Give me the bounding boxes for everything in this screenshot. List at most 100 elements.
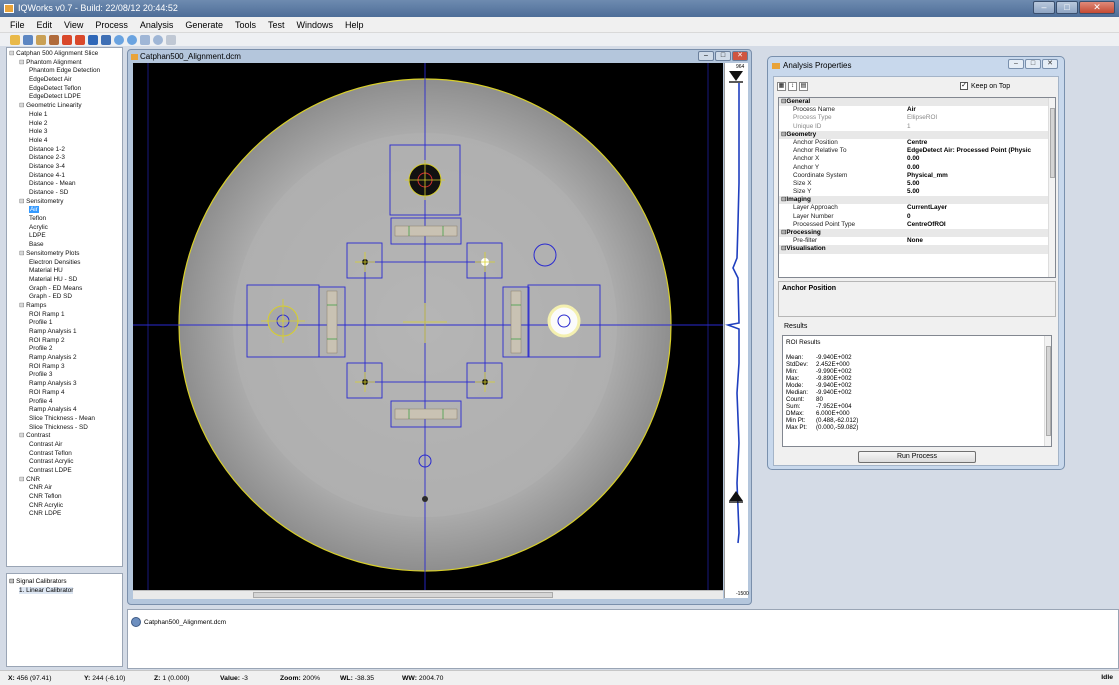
property-value[interactable]: Physical_mm bbox=[907, 172, 1055, 180]
tree-item[interactable]: CNR Teflon bbox=[9, 493, 122, 502]
categorized-icon[interactable]: ▦ bbox=[777, 82, 786, 91]
tree-item[interactable]: Hole 2 bbox=[9, 120, 122, 129]
export-icon[interactable] bbox=[49, 34, 59, 45]
property-row[interactable]: Pre-filter None bbox=[779, 237, 1055, 245]
open-folder-icon[interactable] bbox=[10, 34, 20, 45]
menu-tools[interactable]: Tools bbox=[229, 20, 262, 30]
property-value[interactable]: 5.00 bbox=[907, 180, 1055, 188]
property-value[interactable]: 5.00 bbox=[907, 188, 1055, 196]
menu-windows[interactable]: Windows bbox=[290, 20, 339, 30]
image-canvas[interactable] bbox=[133, 63, 723, 590]
menu-edit[interactable]: Edit bbox=[31, 20, 59, 30]
tree-item[interactable]: Contrast Air bbox=[9, 441, 122, 450]
maximize-button[interactable]: □ bbox=[1056, 1, 1078, 14]
point-icon[interactable] bbox=[127, 34, 137, 45]
property-value[interactable]: None bbox=[907, 237, 1055, 245]
property-value[interactable]: EdgeDetect Air: Processed Point (Physic bbox=[907, 147, 1055, 155]
tree-item[interactable]: Graph - ED SD bbox=[9, 293, 122, 302]
tree-item[interactable]: Profile 1 bbox=[9, 319, 122, 328]
tree-item[interactable]: Teflon bbox=[9, 215, 122, 224]
tree-item[interactable]: Ramps bbox=[9, 302, 122, 311]
process-tree[interactable]: Catphan 500 Alignment SlicePhantom Align… bbox=[6, 47, 123, 567]
tree-item[interactable]: CNR Acrylic bbox=[9, 502, 122, 511]
property-row[interactable]: Anchor Relative To EdgeDetect Air: Proces… bbox=[779, 147, 1055, 155]
property-value[interactable]: CurrentLayer bbox=[907, 204, 1055, 212]
rectangle-roi-icon[interactable] bbox=[140, 34, 150, 45]
property-row[interactable]: Size X 5.00 bbox=[779, 180, 1055, 188]
property-row[interactable]: Size Y 5.00 bbox=[779, 188, 1055, 196]
zoom-in-icon[interactable] bbox=[62, 34, 72, 45]
property-value[interactable]: 0.00 bbox=[907, 155, 1055, 163]
image-minimize-button[interactable]: – bbox=[698, 51, 714, 61]
tree-item[interactable]: Air bbox=[9, 206, 122, 215]
tree-item[interactable]: Hole 1 bbox=[9, 111, 122, 120]
window-level-icon[interactable] bbox=[88, 34, 98, 45]
circle-icon[interactable] bbox=[153, 34, 163, 45]
tree-item[interactable]: Ramp Analysis 4 bbox=[9, 406, 122, 415]
open-series-icon[interactable] bbox=[36, 34, 46, 45]
results-textbox[interactable]: ROI Results Mean: -9.940E+002 StdDev: 2.452… bbox=[782, 335, 1052, 447]
tree-item[interactable]: Contrast Teflon bbox=[9, 450, 122, 459]
property-value[interactable]: CentreOfROI bbox=[907, 221, 1055, 229]
tree-item[interactable]: Ramp Analysis 3 bbox=[9, 380, 122, 389]
property-category[interactable]: Imaging bbox=[779, 196, 1055, 205]
image-maximize-button[interactable]: □ bbox=[715, 51, 731, 61]
file-name[interactable]: Catphan500_Alignment.dcm bbox=[144, 619, 226, 626]
tree-item[interactable]: Profile 3 bbox=[9, 371, 122, 380]
run-process-button[interactable]: Run Process bbox=[858, 451, 976, 463]
property-value[interactable]: EllipseROI bbox=[907, 114, 1055, 122]
tree-item[interactable]: Hole 4 bbox=[9, 137, 122, 146]
tree-item[interactable]: EdgeDetect LDPE bbox=[9, 93, 122, 102]
close-button[interactable]: ✕ bbox=[1079, 1, 1115, 14]
tree-item[interactable]: Ramp Analysis 1 bbox=[9, 328, 122, 337]
tree-item[interactable]: Distance 4-1 bbox=[9, 172, 122, 181]
image-close-button[interactable]: ✕ bbox=[732, 51, 748, 61]
tree-item[interactable]: Slice Thickness - Mean bbox=[9, 415, 122, 424]
tree-item[interactable]: Contrast Acrylic bbox=[9, 458, 122, 467]
property-category[interactable]: Processing bbox=[779, 229, 1055, 238]
property-row[interactable]: Process Name Air bbox=[779, 106, 1055, 114]
tree-item[interactable]: CNR LDPE bbox=[9, 510, 122, 519]
tree-item[interactable]: Acrylic bbox=[9, 224, 122, 233]
tree-item[interactable]: Sensitometry Plots bbox=[9, 250, 122, 259]
tree-item[interactable]: EdgeDetect Teflon bbox=[9, 85, 122, 94]
tree-item[interactable]: Base bbox=[9, 241, 122, 250]
tree-item[interactable]: Hole 3 bbox=[9, 128, 122, 137]
property-value[interactable]: 1 bbox=[907, 123, 1055, 131]
calibrators-root[interactable]: ⊟ Signal Calibrators bbox=[9, 577, 122, 586]
ellipse-roi-icon[interactable] bbox=[114, 34, 124, 45]
property-value[interactable]: 0 bbox=[907, 213, 1055, 221]
property-row[interactable]: Coordinate System Physical_mm bbox=[779, 172, 1055, 180]
keep-on-top-checkbox[interactable]: ✓ Keep on Top bbox=[960, 82, 1010, 90]
tree-item[interactable]: Material HU - SD bbox=[9, 276, 122, 285]
tree-item[interactable]: Phantom Alignment bbox=[9, 59, 122, 68]
property-row[interactable]: Anchor X 0.00 bbox=[779, 155, 1055, 163]
tree-item[interactable]: Distance 2-3 bbox=[9, 154, 122, 163]
tree-item[interactable]: CNR bbox=[9, 476, 122, 485]
tree-item[interactable]: Distance - Mean bbox=[9, 180, 122, 189]
property-grid[interactable]: GeneralProcess Name Air Process Type Ellips… bbox=[778, 97, 1056, 278]
property-value[interactable]: Centre bbox=[907, 139, 1055, 147]
property-pages-icon[interactable]: ▤ bbox=[799, 82, 808, 91]
menu-analysis[interactable]: Analysis bbox=[134, 20, 180, 30]
calibrator-item[interactable]: 1. Linear Calibrator bbox=[9, 586, 122, 595]
analysis-close-button[interactable]: ✕ bbox=[1042, 59, 1058, 69]
tree-item[interactable]: Geometric Linearity bbox=[9, 102, 122, 111]
layers-icon[interactable] bbox=[101, 34, 111, 45]
property-value[interactable]: 0.00 bbox=[907, 164, 1055, 172]
tree-item[interactable]: Graph - ED Means bbox=[9, 285, 122, 294]
tree-item[interactable]: Distance - SD bbox=[9, 189, 122, 198]
property-row[interactable]: Unique ID 1 bbox=[779, 123, 1055, 131]
property-row[interactable]: Layer Approach CurrentLayer bbox=[779, 204, 1055, 212]
tree-item[interactable]: Slice Thickness - SD bbox=[9, 424, 122, 433]
menu-help[interactable]: Help bbox=[339, 20, 370, 30]
tree-item[interactable]: LDPE bbox=[9, 232, 122, 241]
tree-item[interactable]: Profile 2 bbox=[9, 345, 122, 354]
tree-item[interactable]: Ramp Analysis 2 bbox=[9, 354, 122, 363]
property-category[interactable]: Visualisation bbox=[779, 245, 1055, 254]
tree-item[interactable]: Distance 1-2 bbox=[9, 146, 122, 155]
menu-file[interactable]: File bbox=[4, 20, 31, 30]
tree-item[interactable]: ROI Ramp 3 bbox=[9, 363, 122, 372]
property-row[interactable]: Anchor Y 0.00 bbox=[779, 164, 1055, 172]
tree-item[interactable]: ROI Ramp 1 bbox=[9, 311, 122, 320]
